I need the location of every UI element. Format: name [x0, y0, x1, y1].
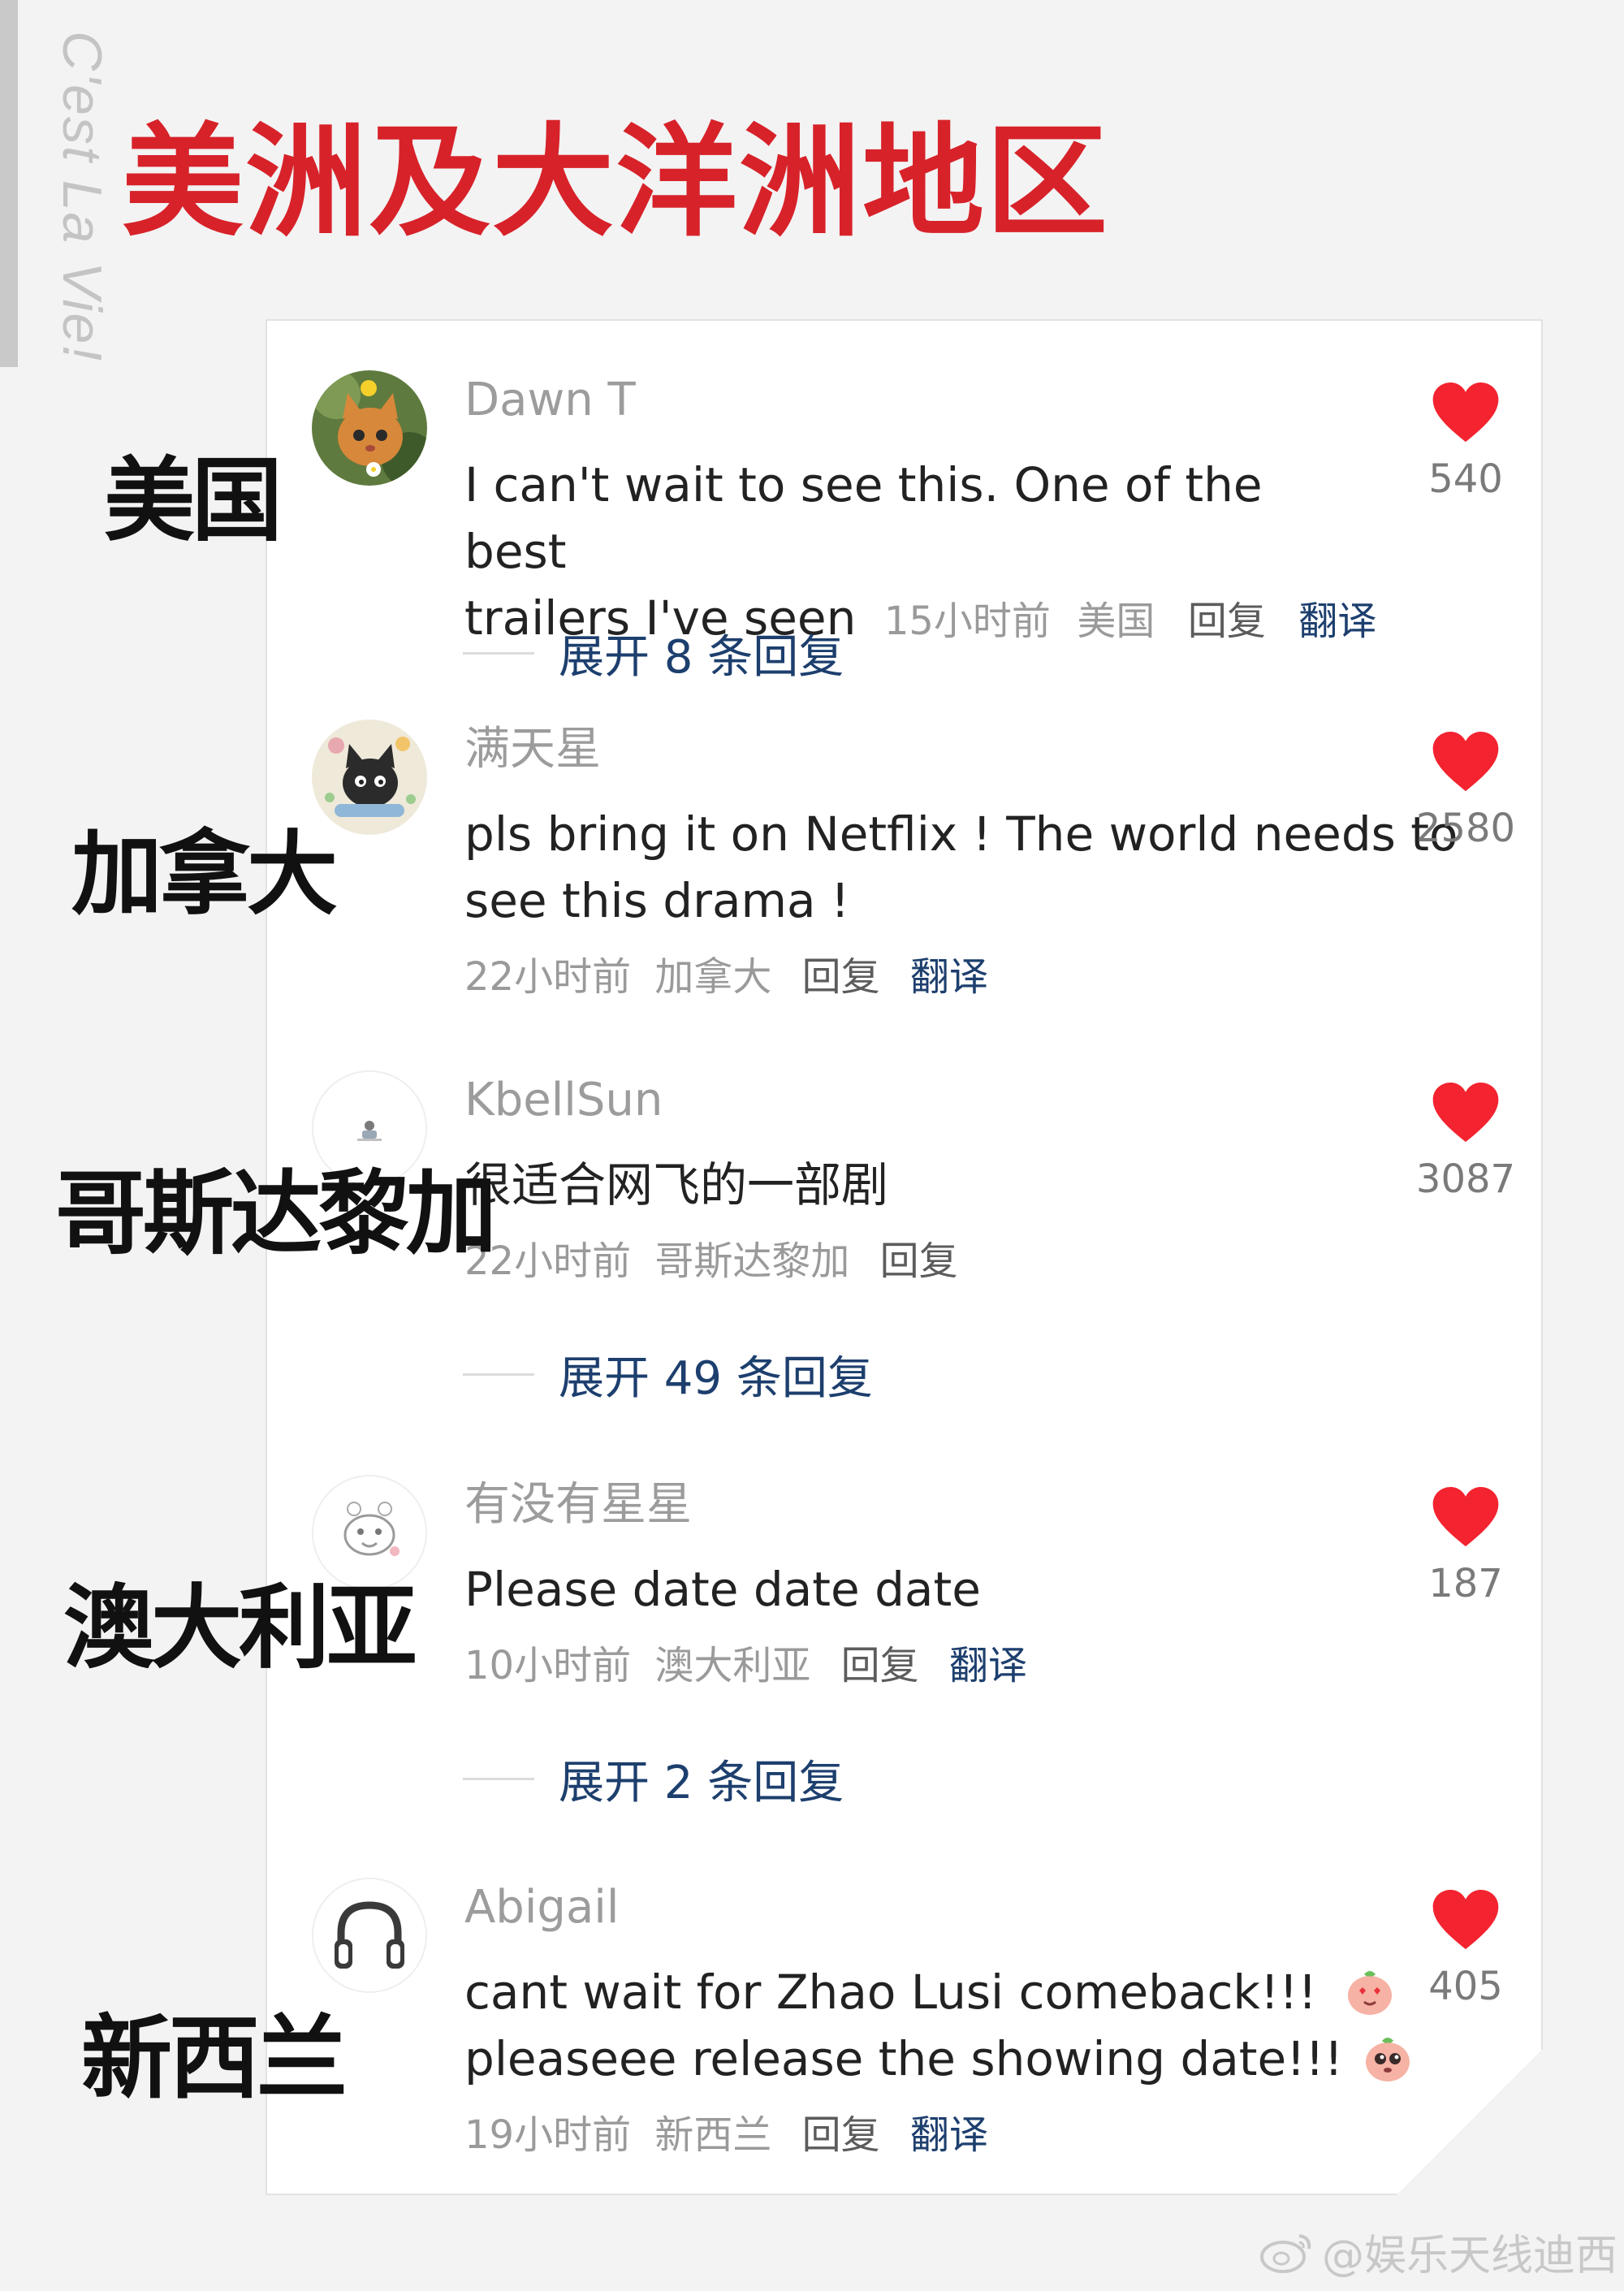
expand-replies-button[interactable]: 展开 8 条回复: [463, 620, 844, 685]
sketch-animal-icon: [313, 1476, 425, 1589]
peach-heart-eyes-emoji-icon: [1348, 1971, 1393, 2015]
region-label-canada: 加拿大: [71, 822, 338, 927]
timestamp: 19小时前: [464, 2112, 632, 2158]
comment-line: I can't wait to see this. One of the bes…: [464, 457, 1263, 579]
expand-replies-button[interactable]: 展开 49 条回复: [463, 1342, 873, 1407]
like-button[interactable]: 405: [1401, 1889, 1531, 2011]
timestamp: 15小时前: [883, 599, 1051, 644]
reply-button[interactable]: 回复: [1188, 599, 1266, 644]
like-button[interactable]: 187: [1401, 1486, 1531, 1608]
comment-line: pleaseee release the showing date!!!: [464, 2031, 1343, 2086]
like-button[interactable]: 2580: [1401, 731, 1531, 853]
like-count: 187: [1428, 1561, 1503, 1606]
location: 哥斯达黎加: [654, 1238, 850, 1284]
location: 美国: [1077, 599, 1155, 644]
heart-icon: [1432, 1890, 1499, 1950]
translate-button[interactable]: 翻译: [949, 1643, 1027, 1688]
comment-text: Please date date date: [464, 1556, 1374, 1623]
comment-line-row: cant wait for Zhao Lusi comeback!!!: [464, 1959, 1406, 2025]
avatar[interactable]: [312, 1475, 427, 1590]
heart-icon: [1432, 732, 1499, 792]
reply-button[interactable]: 回复: [802, 2112, 880, 2158]
like-button[interactable]: 540: [1401, 382, 1531, 504]
comment-text: pls bring it on Netflix ! The world need…: [464, 801, 1458, 934]
watermark: @娱乐天线迪西: [1259, 2221, 1618, 2282]
expand-replies-label: 展开 2 条回复: [559, 1756, 844, 1809]
username[interactable]: 满天星: [464, 721, 601, 778]
reply-button[interactable]: 回复: [841, 1643, 919, 1688]
username[interactable]: 有没有星星: [464, 1476, 692, 1533]
reply-button[interactable]: 回复: [802, 954, 880, 1000]
cartoon-cat-icon: [312, 720, 427, 835]
region-label-costa-rica: 哥斯达黎加: [55, 1161, 497, 1267]
comment-text: cant wait for Zhao Lusi comeback!!! plea…: [464, 1959, 1410, 2092]
comment-line-row: pleaseee release the showing date!!!: [464, 2025, 1410, 2092]
like-count: 2580: [1415, 806, 1516, 851]
side-accent-bar: [0, 0, 18, 367]
comment-line: 很适合网飞的一部剧: [464, 1157, 889, 1213]
comment-meta: 22小时前 哥斯达黎加 回复: [464, 1233, 958, 1290]
heart-icon: [1432, 383, 1499, 443]
comment-line: see this drama !: [464, 873, 850, 928]
translate-button[interactable]: 翻译: [910, 2112, 988, 2158]
comment-text: 很适合网飞的一部剧: [464, 1152, 1374, 1218]
comment-meta: 19小时前 新西兰 回复 翻译: [464, 2107, 988, 2163]
comment-line: cant wait for Zhao Lusi comeback!!!: [464, 1965, 1317, 2020]
location: 加拿大: [654, 954, 772, 1000]
like-count: 540: [1428, 456, 1503, 502]
avatar[interactable]: [312, 1878, 427, 1993]
comment-line: Please date date date: [464, 1562, 981, 1617]
expand-replies-label: 展开 8 条回复: [559, 630, 844, 684]
weibo-logo-icon: [1260, 2233, 1311, 2273]
divider: [463, 1777, 534, 1780]
divider: [463, 651, 534, 655]
like-button[interactable]: 3087: [1401, 1082, 1531, 1204]
timestamp: 22小时前: [464, 954, 632, 1000]
avatar[interactable]: [312, 720, 427, 835]
side-caption: C'est La Vie!: [51, 31, 113, 363]
watermark-text: @娱乐天线迪西: [1322, 2232, 1618, 2280]
timestamp: 10小时前: [464, 1643, 632, 1688]
like-count: 3087: [1415, 1156, 1516, 1202]
like-count: 405: [1428, 1964, 1503, 2009]
headphones-icon: [313, 1879, 425, 1991]
translate-button[interactable]: 翻译: [1298, 599, 1376, 644]
username[interactable]: Abigail: [464, 1879, 619, 1936]
comment-meta: 10小时前 澳大利亚 回复 翻译: [464, 1637, 1027, 1694]
heart-icon: [1432, 1487, 1499, 1547]
location: 新西兰: [654, 2112, 772, 2158]
reply-button[interactable]: 回复: [880, 1238, 958, 1284]
page-title: 美洲及大洋洲地区: [122, 112, 1110, 253]
heart-icon: [1432, 1083, 1499, 1143]
divider: [463, 1372, 534, 1376]
translate-button[interactable]: 翻译: [910, 954, 988, 1000]
expand-replies-label: 展开 49 条回复: [559, 1351, 873, 1405]
expand-replies-button[interactable]: 展开 2 条回复: [463, 1746, 844, 1811]
region-label-australia: 澳大利亚: [63, 1576, 417, 1681]
comment-meta: 22小时前 加拿大 回复 翻译: [464, 949, 988, 1005]
username[interactable]: KbellSun: [464, 1072, 663, 1129]
region-label-new-zealand: 新西兰: [81, 2006, 348, 2112]
avatar[interactable]: [312, 370, 427, 486]
username[interactable]: Dawn T: [464, 372, 636, 429]
peach-pleading-emoji-icon: [1366, 2038, 1410, 2081]
comment-line: pls bring it on Netflix ! The world need…: [464, 806, 1458, 862]
location: 澳大利亚: [654, 1643, 811, 1688]
region-label-usa: 美国: [104, 448, 283, 554]
page-curl: [1397, 2049, 1543, 2195]
kitten-flower-icon: [312, 370, 427, 486]
